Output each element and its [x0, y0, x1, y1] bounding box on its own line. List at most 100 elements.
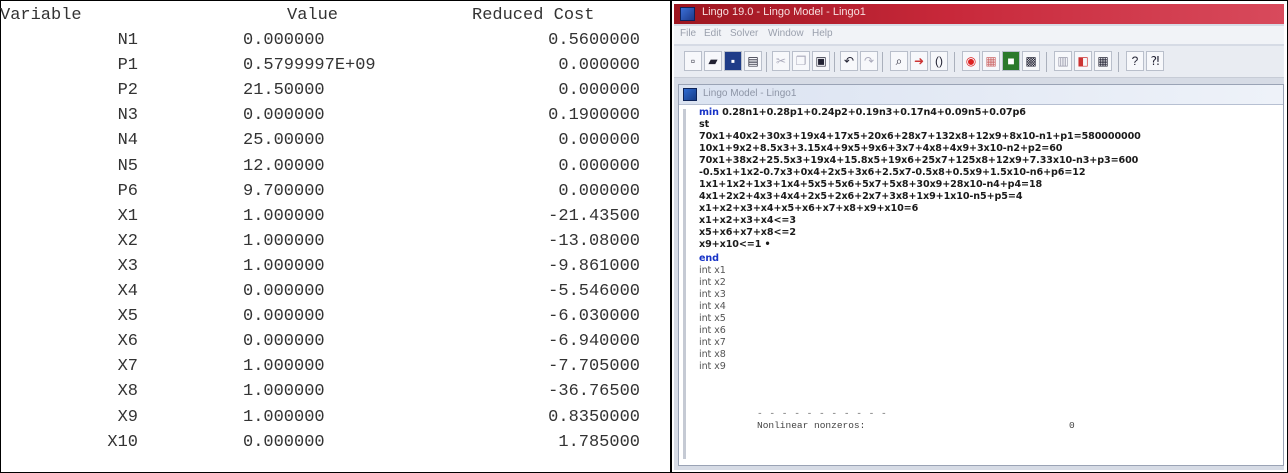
report-row: X2 1.000000 -13.08000: [0, 231, 670, 253]
status-line-partial: - - - - - - - - - - -: [757, 408, 888, 419]
goto-icon[interactable]: ➜: [910, 51, 928, 71]
row-value: 1.000000: [243, 231, 325, 251]
status-nonlinear-label: Nonlinear nonzeros:: [757, 420, 866, 431]
report-row: P6 9.700000 0.000000: [0, 181, 670, 203]
row-reduced-cost: 1.785000: [558, 432, 640, 452]
row-variable: X10: [107, 432, 138, 452]
window-title: Lingo 19.0 - Lingo Model - Lingo1: [702, 6, 866, 18]
row-value: 1.000000: [243, 407, 325, 427]
open-file-icon[interactable]: ▰: [704, 51, 722, 71]
status-nonlinear-value: 0: [1069, 420, 1075, 431]
model-text: int x1: [699, 265, 726, 276]
model-line: int x9: [699, 361, 726, 372]
row-value: 1.000000: [243, 382, 325, 402]
matrix-icon[interactable]: ■: [1002, 51, 1020, 71]
toolbar-separator: [766, 52, 767, 72]
menu-bar: File Edit Solver Window Help: [674, 26, 1284, 44]
solve-icon[interactable]: ◉: [962, 51, 980, 71]
copy-icon[interactable]: ❐: [792, 51, 810, 71]
model-line: x1+x2+x3+x4+x5+x6+x7+x8+x9+x10=6: [699, 203, 918, 214]
cascade-icon[interactable]: ◧: [1074, 51, 1092, 71]
paste-icon[interactable]: ▣: [812, 51, 830, 71]
row-reduced-cost: -6.940000: [548, 332, 640, 352]
model-text: 70x1+40x2+30x3+19x4+17x5+20x6+28x7+132x8…: [699, 131, 1141, 142]
menu-help[interactable]: Help: [812, 28, 833, 39]
toolbar-separator: [834, 52, 835, 72]
toolbar-separator: [954, 52, 955, 72]
row-reduced-cost: -21.43500: [548, 206, 640, 226]
menu-file[interactable]: File: [680, 28, 696, 39]
report-header: Variable Value Reduced Cost: [0, 5, 670, 27]
model-text: x1+x2+x3+x4<=3: [699, 215, 796, 226]
row-variable: P1: [117, 56, 138, 76]
report-row: N3 0.000000 0.1900000: [0, 105, 670, 127]
row-value: 1.000000: [243, 206, 325, 226]
model-line: int x4: [699, 301, 726, 312]
row-variable: N1: [117, 31, 138, 50]
row-value: 0.5799997E+09: [243, 56, 376, 76]
row-value: 0.000000: [243, 332, 325, 352]
row-variable: X8: [117, 382, 138, 402]
window-titlebar[interactable]: Lingo 19.0 - Lingo Model - Lingo1: [674, 4, 1284, 24]
row-variable: N5: [117, 156, 138, 176]
model-text: 0.28n1+0.28p1+0.24p2+0.19n3+0.17n4+0.09n…: [718, 107, 1026, 118]
match-paren-icon[interactable]: (): [930, 51, 948, 71]
menu-edit[interactable]: Edit: [704, 28, 721, 39]
print-icon[interactable]: ▤: [744, 51, 762, 71]
row-reduced-cost: 0.5600000: [548, 31, 640, 50]
help-icon[interactable]: ?: [1126, 51, 1144, 71]
model-line: int x6: [699, 325, 726, 336]
undo-icon[interactable]: ↶: [840, 51, 858, 71]
model-line: 70x1+40x2+30x3+19x4+17x5+20x6+28x7+132x8…: [699, 131, 1141, 142]
model-line: st: [699, 119, 709, 130]
lingo-window[interactable]: Lingo 19.0 - Lingo Model - Lingo1 File E…: [674, 4, 1284, 470]
header-value: Value: [287, 6, 339, 25]
solution-icon[interactable]: ▦: [982, 51, 1000, 71]
report-row: X10 0.000000 1.785000: [0, 432, 670, 454]
row-reduced-cost: -36.76500: [548, 382, 640, 402]
model-text: -0.5x1+1x2-0.7x3+0x4+2x5+3x6+2.5x7-0.5x8…: [699, 167, 1086, 178]
menu-window[interactable]: Window: [768, 28, 804, 39]
arrange-icon[interactable]: ▦: [1094, 51, 1112, 71]
model-editor[interactable]: min 0.28n1+0.28p1+0.24p2+0.19n3+0.17n4+0…: [699, 107, 1283, 437]
report-row: N4 25.00000 0.000000: [0, 130, 670, 152]
report-row: X3 1.000000 -9.861000: [0, 256, 670, 278]
row-variable: X1: [117, 206, 138, 226]
model-line: x9+x10<=1 •: [699, 239, 771, 250]
row-value: 9.700000: [243, 181, 325, 201]
cut-icon[interactable]: ✂: [772, 51, 790, 71]
model-line: int x7: [699, 337, 726, 348]
find-icon[interactable]: ⌕: [890, 51, 908, 71]
model-keyword: min: [699, 107, 719, 118]
model-text: x9+x10<=1 •: [699, 239, 771, 250]
tile-icon[interactable]: ▥: [1054, 51, 1072, 71]
model-window[interactable]: Lingo Model - Lingo1 min 0.28n1+0.28p1+0…: [678, 84, 1284, 466]
model-text: int x5: [699, 313, 726, 324]
row-value: 21.50000: [243, 81, 325, 101]
context-help-icon[interactable]: ⁈: [1146, 51, 1164, 71]
model-window-titlebar[interactable]: Lingo Model - Lingo1: [679, 85, 1283, 105]
row-value: 0.000000: [243, 106, 325, 126]
report-row: X4 0.000000 -5.546000: [0, 281, 670, 303]
model-text: x1+x2+x3+x4+x5+x6+x7+x8+x9+x10=6: [699, 203, 919, 214]
report-row: P1 0.5799997E+09 0.000000: [0, 55, 670, 77]
lingo-app-icon: [680, 7, 695, 21]
row-value: 12.00000: [243, 156, 325, 176]
model-line: int x2: [699, 277, 726, 288]
model-line: 70x1+38x2+25.5x3+19x4+15.8x5+19x6+25x7+1…: [699, 155, 1138, 166]
model-line: 10x1+9x2+8.5x3+3.15x4+9x5+9x6+3x7+4x8+4x…: [699, 143, 1062, 154]
model-text: 70x1+38x2+25.5x3+19x4+15.8x5+19x6+25x7+1…: [699, 155, 1139, 166]
model-line: x5+x6+x7+x8<=2: [699, 227, 796, 238]
new-file-icon[interactable]: ▫: [684, 51, 702, 71]
toolbar-separator: [1118, 52, 1119, 72]
model-line: -0.5x1+1x2-0.7x3+0x4+2x5+3x6+2.5x7-0.5x8…: [699, 167, 1086, 178]
row-variable: X3: [117, 256, 138, 276]
menu-solver[interactable]: Solver: [730, 28, 758, 39]
redo-icon[interactable]: ↷: [860, 51, 878, 71]
save-icon[interactable]: ▪: [724, 51, 742, 71]
model-text: 1x1+1x2+1x3+1x4+5x5+5x6+5x7+5x8+30x9+28x…: [699, 179, 1043, 190]
report-row: P2 21.50000 0.000000: [0, 80, 670, 102]
model-text: 4x1+2x2+4x3+4x4+2x5+2x6+2x7+3x8+1x9+1x10…: [699, 191, 1023, 202]
options-icon[interactable]: ▩: [1022, 51, 1040, 71]
row-variable: P2: [117, 81, 138, 101]
